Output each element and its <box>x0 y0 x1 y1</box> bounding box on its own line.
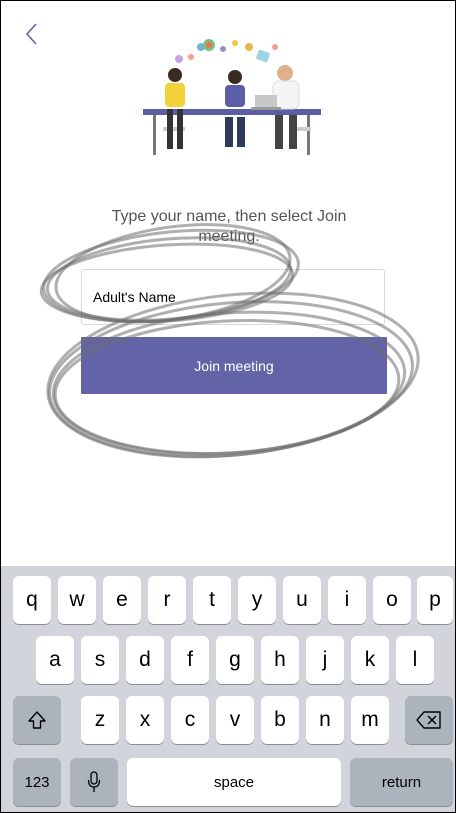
key-h[interactable]: h <box>261 636 299 684</box>
key-f[interactable]: f <box>171 636 209 684</box>
shift-key[interactable] <box>13 696 61 744</box>
key-b[interactable]: b <box>261 696 299 744</box>
return-key[interactable]: return <box>350 758 453 806</box>
instruction-line-2: meeting. <box>198 228 260 245</box>
numbers-key[interactable]: 123 <box>13 758 61 806</box>
key-p[interactable]: p <box>417 576 453 624</box>
key-z[interactable]: z <box>81 696 119 744</box>
key-g[interactable]: g <box>216 636 254 684</box>
key-d[interactable]: d <box>126 636 164 684</box>
key-r[interactable]: r <box>148 576 186 624</box>
key-i[interactable]: i <box>328 576 366 624</box>
key-m[interactable]: m <box>351 696 389 744</box>
key-x[interactable]: x <box>126 696 164 744</box>
shift-icon <box>28 711 46 729</box>
space-key[interactable]: space <box>127 758 341 806</box>
key-c[interactable]: c <box>171 696 209 744</box>
key-q[interactable]: q <box>13 576 51 624</box>
key-e[interactable]: e <box>103 576 141 624</box>
delete-key[interactable] <box>405 696 453 744</box>
key-a[interactable]: a <box>36 636 74 684</box>
key-o[interactable]: o <box>373 576 411 624</box>
screen: Type your name, then select Join meeting… <box>0 0 456 813</box>
key-y[interactable]: y <box>238 576 276 624</box>
key-n[interactable]: n <box>306 696 344 744</box>
key-s[interactable]: s <box>81 636 119 684</box>
meeting-people-illustration <box>143 39 321 155</box>
name-input[interactable] <box>81 269 385 325</box>
microphone-icon <box>87 771 101 792</box>
back-button[interactable] <box>23 21 43 47</box>
key-u[interactable]: u <box>283 576 321 624</box>
keyboard: q w e r t y u i o p a s d f g h j k l z … <box>1 566 455 812</box>
key-l[interactable]: l <box>396 636 434 684</box>
key-v[interactable]: v <box>216 696 254 744</box>
key-t[interactable]: t <box>193 576 231 624</box>
key-k[interactable]: k <box>351 636 389 684</box>
dictation-key[interactable] <box>70 758 118 806</box>
backspace-icon <box>416 711 441 729</box>
join-meeting-button[interactable]: Join meeting <box>81 337 387 394</box>
instruction-text: Type your name, then select Join meeting… <box>71 207 387 247</box>
key-j[interactable]: j <box>306 636 344 684</box>
chevron-left-icon <box>25 23 37 45</box>
instruction-line-1: Type your name, then select Join <box>111 208 347 225</box>
key-w[interactable]: w <box>58 576 96 624</box>
